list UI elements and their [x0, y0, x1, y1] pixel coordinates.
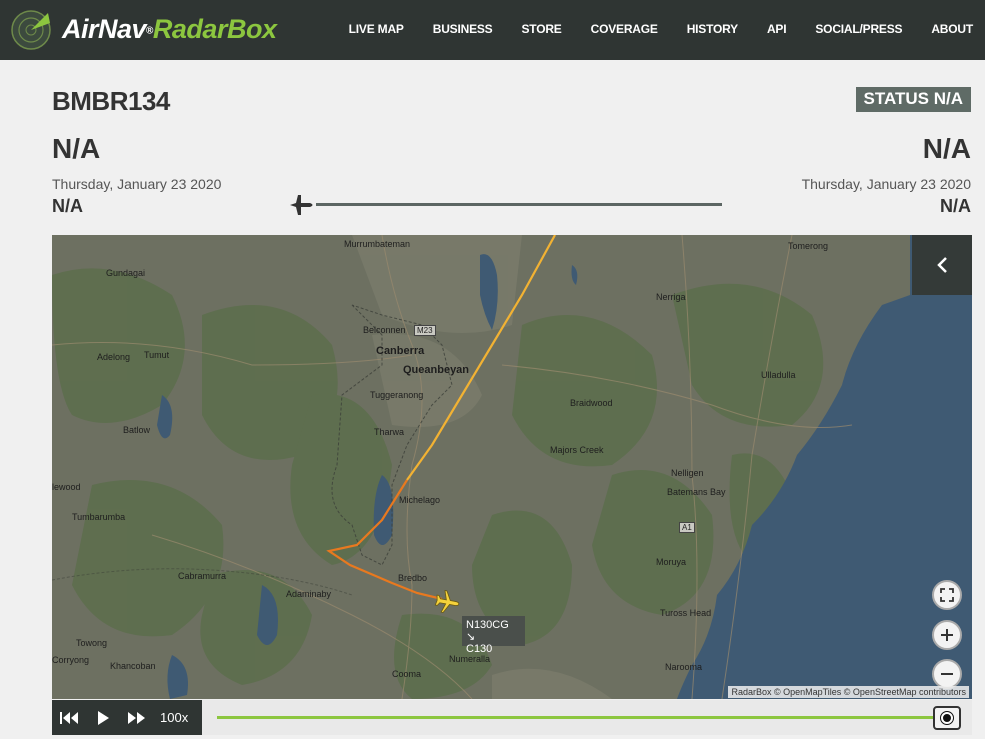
playback-timeline[interactable]	[217, 716, 942, 719]
place-label: lewood	[52, 482, 81, 492]
radar-logo-icon[interactable]	[10, 9, 52, 51]
heading-arrow-icon: ↘	[466, 631, 476, 643]
place-label: Gundagai	[106, 268, 146, 278]
rewind-icon	[60, 711, 78, 724]
place-label: Adelong	[97, 352, 131, 362]
road-shield: M23	[414, 325, 436, 336]
place-label: Murrumbateman	[344, 239, 411, 249]
aircraft-icon[interactable]	[434, 589, 460, 615]
nav-social-press[interactable]: SOCIAL/PRESS	[815, 22, 902, 36]
flight-id: BMBR134	[52, 86, 170, 116]
place-label: Canberra	[376, 345, 425, 357]
fast-forward-icon	[128, 711, 145, 724]
rewind-button[interactable]	[52, 700, 86, 735]
aircraft-callsign: N130CG	[466, 619, 509, 631]
place-label: Tuggeranong	[370, 390, 424, 400]
timeline-handle-dot	[940, 711, 954, 725]
place-label: Tumbarumba	[72, 512, 126, 522]
playback-speed[interactable]: 100x	[160, 710, 188, 725]
play-button[interactable]	[86, 700, 120, 735]
nav-live-map[interactable]: LIVE MAP	[349, 22, 404, 36]
origin-airport-code: N/A	[52, 133, 101, 164]
flight-progress	[288, 192, 724, 218]
aircraft-label[interactable]: N130CG ↘ C130	[462, 616, 525, 655]
place-label: Khancoban	[110, 661, 156, 671]
place-label: Tomerong	[788, 241, 829, 251]
map-attribution[interactable]: RadarBox © OpenMapTiles © OpenStreetMap …	[728, 686, 969, 698]
zoom-out-button[interactable]	[932, 659, 962, 689]
play-icon	[98, 710, 109, 725]
progress-line	[316, 203, 722, 206]
top-navigation-bar: AirNav®RadarBox LIVE MAP BUSINESS STORE …	[0, 0, 985, 60]
place-label: Ulladulla	[761, 370, 796, 380]
fast-forward-button[interactable]	[120, 700, 154, 735]
flight-map[interactable]: Murrumbateman Gundagai Nerriga Tomerong …	[52, 235, 972, 699]
place-label: Numeralla	[449, 654, 491, 664]
playback-bar: 100x	[52, 700, 972, 735]
brand-registered-mark: ®	[146, 25, 153, 37]
nav-coverage[interactable]: COVERAGE	[591, 22, 658, 36]
place-label: Nelligen	[671, 468, 704, 478]
place-label: Batemans Bay	[667, 487, 726, 497]
place-label: Queanbeyan	[403, 364, 470, 376]
brand-airnav: AirNav	[62, 14, 147, 44]
chevron-left-icon	[937, 257, 947, 273]
place-label: Narooma	[665, 662, 703, 672]
place-label: Tumut	[144, 350, 170, 360]
destination-date: Thursday, January 23 2020	[801, 176, 971, 192]
fullscreen-icon	[940, 588, 954, 602]
destination-airport-code: N/A	[922, 133, 971, 164]
origin-time: N/A	[52, 196, 83, 216]
aircraft-callsign-row: N130CG ↘	[466, 619, 521, 643]
brand-wordmark[interactable]: AirNav®RadarBox	[62, 14, 277, 45]
brand-radarbox: RadarBox	[152, 14, 277, 44]
aircraft-type: C130	[466, 643, 493, 655]
place-label: Moruya	[656, 557, 687, 567]
origin-date: Thursday, January 23 2020	[52, 176, 222, 192]
place-label: Bredbo	[398, 573, 428, 583]
minus-icon	[941, 673, 953, 675]
destination-time: N/A	[940, 196, 971, 216]
nav-business[interactable]: BUSINESS	[433, 22, 493, 36]
place-label: Adaminaby	[286, 589, 332, 599]
place-label: Braidwood	[570, 398, 613, 408]
place-label: Cabramurra	[178, 571, 227, 581]
nav-api[interactable]: API	[767, 22, 787, 36]
place-label: Tharwa	[374, 427, 405, 437]
plus-icon	[941, 629, 953, 641]
nav-history[interactable]: HISTORY	[687, 22, 738, 36]
fullscreen-button[interactable]	[932, 580, 962, 610]
nav-about[interactable]: ABOUT	[931, 22, 973, 36]
place-label: Belconnen	[363, 325, 406, 335]
status-badge: STATUS N/A	[855, 87, 971, 112]
timeline-handle[interactable]	[933, 706, 961, 730]
place-label: Tuross Head	[660, 608, 712, 618]
place-label: Nerriga	[656, 292, 686, 302]
place-label: Batlow	[123, 425, 151, 435]
place-label: Cooma	[392, 669, 422, 679]
zoom-in-button[interactable]	[932, 620, 962, 650]
place-label: Towong	[76, 638, 108, 648]
main-nav: LIVE MAP BUSINESS STORE COVERAGE HISTORY…	[320, 22, 974, 36]
place-label: Majors Creek	[550, 445, 604, 455]
nav-store[interactable]: STORE	[521, 22, 561, 36]
place-label: Corryong	[52, 655, 90, 665]
place-label: Michelago	[399, 495, 441, 505]
collapse-panel-button[interactable]	[912, 235, 972, 295]
playback-controls: 100x	[52, 700, 202, 735]
road-shield: A1	[679, 522, 695, 533]
airplane-icon	[290, 195, 313, 215]
